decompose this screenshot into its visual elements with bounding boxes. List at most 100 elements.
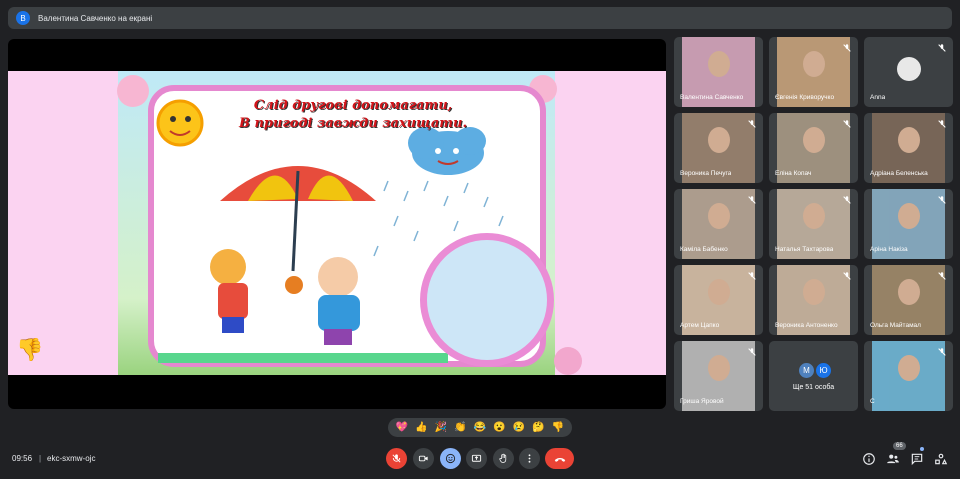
participant-name: Артем Цапко <box>680 322 720 329</box>
separator: | <box>39 454 42 463</box>
mic-off-icon <box>843 44 851 52</box>
participant-name: Anna <box>870 94 886 101</box>
participant-avatar <box>897 57 921 81</box>
avatar: М <box>798 362 815 379</box>
mic-off-icon <box>938 348 946 356</box>
thumbs-down-icon: 👎 <box>16 337 44 362</box>
meeting-info-icon[interactable] <box>862 452 876 466</box>
participant-tile[interactable]: Anna <box>864 37 953 107</box>
person-silhouette <box>708 279 730 305</box>
leave-call-button[interactable] <box>545 448 574 469</box>
participant-name: С <box>870 398 875 405</box>
mic-off-icon <box>938 196 946 204</box>
hang-up-icon <box>554 457 565 462</box>
participants-count-badge: 66 <box>893 442 906 450</box>
mic-off-icon <box>392 454 401 463</box>
person-silhouette <box>803 203 825 229</box>
mic-off-icon <box>843 272 851 280</box>
camera-toggle-button[interactable] <box>413 448 434 469</box>
slide-title-line-1: Слід другові допомагати, <box>253 98 453 113</box>
person-silhouette <box>708 51 730 77</box>
participant-tile[interactable]: Вероника Печуга <box>674 113 763 183</box>
participant-tile[interactable]: Аріна Накіза <box>864 189 953 259</box>
camera-icon <box>418 455 428 462</box>
activities-icon[interactable] <box>934 452 948 466</box>
participant-name: Еліна Копач <box>775 170 812 177</box>
reaction-button[interactable]: 😢 <box>513 422 525 433</box>
chat-icon[interactable] <box>910 452 924 466</box>
more-vert-icon <box>528 454 531 463</box>
reaction-button[interactable]: 🎉 <box>435 422 447 433</box>
participant-name: Аріна Накіза <box>870 246 908 253</box>
mic-off-icon <box>843 120 851 128</box>
person-silhouette <box>803 51 825 77</box>
person-silhouette <box>898 203 920 229</box>
participant-tile[interactable]: Ольга Майтамал <box>864 265 953 335</box>
reaction-button[interactable]: 👎 <box>552 422 564 433</box>
reaction-button[interactable]: 💖 <box>396 422 408 433</box>
mic-off-icon <box>748 272 756 280</box>
participant-name: Наталья Тахтарова <box>775 246 834 253</box>
person-silhouette <box>803 279 825 305</box>
participant-tile[interactable]: Еліна Копач <box>769 113 858 183</box>
participant-tile[interactable]: Гриша Яровой <box>674 341 763 411</box>
mic-off-icon <box>843 196 851 204</box>
participant-name: Валентина Савченко <box>680 94 744 101</box>
participant-tile[interactable]: Адріана Беленська <box>864 113 953 183</box>
mic-toggle-button[interactable] <box>386 448 407 469</box>
mic-off-icon <box>748 196 756 204</box>
reaction-button[interactable]: 🤔 <box>532 422 544 433</box>
participant-tile[interactable]: Вероника Антоненко <box>769 265 858 335</box>
presenter-label: Валентина Савченко на екрані <box>38 13 153 23</box>
participant-tile[interactable]: Артем Цапко <box>674 265 763 335</box>
participant-name: Каміла Бабенко <box>680 246 728 253</box>
participant-name: Ольга Майтамал <box>870 322 921 329</box>
participant-name: Гриша Яровой <box>680 398 724 405</box>
more-participants-tile[interactable]: М Ю Ще 51 особа <box>769 341 858 411</box>
presenter-avatar: В <box>16 11 30 25</box>
person-silhouette <box>898 355 920 381</box>
present-screen-button[interactable] <box>466 448 487 469</box>
participant-name: Вероника Антоненко <box>775 322 838 329</box>
meeting-code: ekc-sxmw-ojc <box>47 454 96 463</box>
chat-notification-dot <box>920 447 924 451</box>
participant-tile[interactable]: Каміла Бабенко <box>674 189 763 259</box>
slide-title-line-2: В пригоді завжди захищати. <box>238 116 468 131</box>
person-silhouette <box>708 355 730 381</box>
participant-tile[interactable]: Наталья Тахтарова <box>769 189 858 259</box>
participant-tile[interactable]: Валентина Савченко <box>674 37 763 107</box>
avatar: Ю <box>815 362 832 379</box>
person-silhouette <box>803 127 825 153</box>
shared-screen[interactable]: Слід другові допомагати, В пригоді завжд… <box>8 39 666 409</box>
participant-tile[interactable]: Євгенія Криворучко <box>769 37 858 107</box>
presenting-banner: В Валентина Савченко на екрані <box>8 7 952 29</box>
smiley-icon <box>445 453 456 464</box>
mic-off-icon <box>938 272 946 280</box>
participant-tile[interactable]: С <box>864 341 953 411</box>
reaction-button[interactable]: 😂 <box>474 422 486 433</box>
mic-off-icon <box>748 348 756 356</box>
more-options-button[interactable] <box>519 448 540 469</box>
participant-name: Адріана Беленська <box>870 170 928 177</box>
people-icon[interactable] <box>886 452 900 466</box>
hand-icon <box>499 453 507 463</box>
clock: 09:56 <box>12 454 33 463</box>
participant-name: Євгенія Криворучко <box>775 94 835 101</box>
reaction-button[interactable]: 👍 <box>415 422 427 433</box>
raise-hand-button[interactable] <box>493 448 514 469</box>
reaction-button[interactable]: 👏 <box>454 422 466 433</box>
mic-off-icon <box>748 120 756 128</box>
participant-video <box>872 341 945 411</box>
mic-off-icon <box>938 44 946 52</box>
present-icon <box>471 454 482 462</box>
reaction-button[interactable]: 😮 <box>493 422 505 433</box>
person-silhouette <box>708 203 730 229</box>
more-participants-avatars: МЮ <box>798 362 832 379</box>
person-silhouette <box>898 127 920 153</box>
reactions-bar: 💖 👍 🎉 👏 😂 😮 😢 🤔 👎 <box>388 418 572 437</box>
bottom-toolbar: 09:56 | ekc-sxmw-ojc 66 <box>0 442 960 473</box>
emoji-reactions-button[interactable] <box>440 448 461 469</box>
participant-name: Вероника Печуга <box>680 170 732 177</box>
presentation-slide: Слід другові допомагати, В пригоді завжд… <box>8 71 666 375</box>
person-silhouette <box>898 279 920 305</box>
